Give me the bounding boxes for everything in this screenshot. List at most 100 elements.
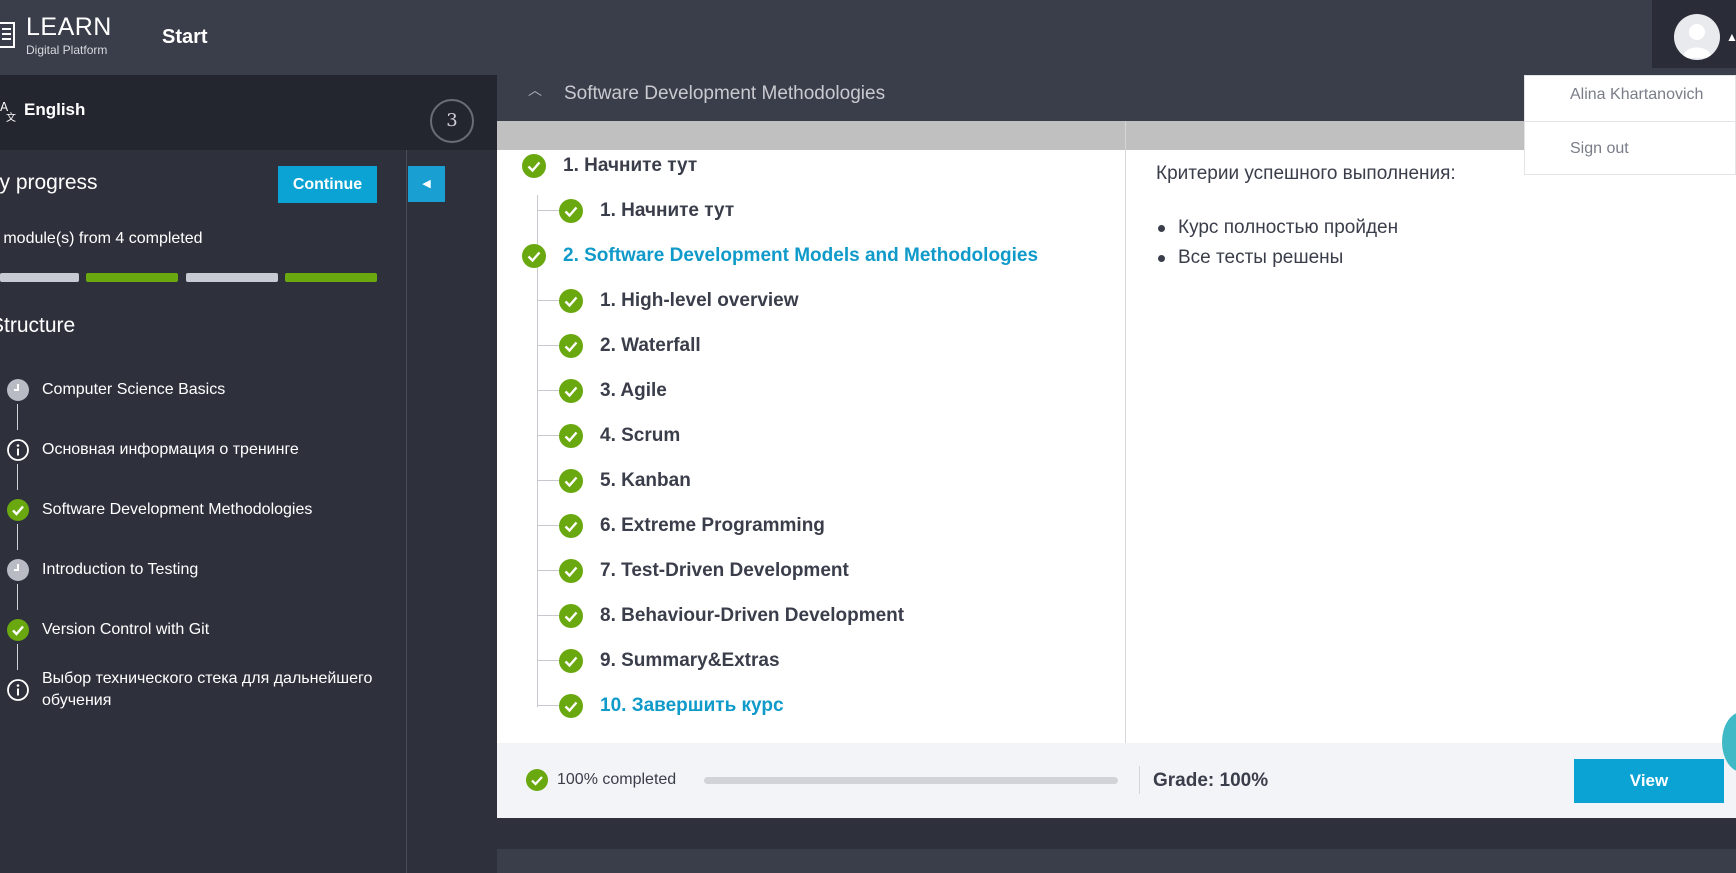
tree-connector bbox=[537, 660, 559, 661]
view-button[interactable]: View bbox=[1574, 759, 1724, 803]
grade-text: Grade: 100% bbox=[1153, 770, 1269, 791]
language-selector[interactable]: English bbox=[24, 100, 85, 120]
chevron-left-icon: ◀ bbox=[422, 178, 431, 190]
lesson-label: 6. Extreme Programming bbox=[600, 515, 825, 536]
lesson-label: 1. High-level overview bbox=[600, 290, 799, 311]
lesson-label: 2. Waterfall bbox=[600, 335, 701, 356]
structure-title: Structure bbox=[0, 314, 76, 337]
check-circle-icon bbox=[559, 604, 583, 628]
lesson-item[interactable]: 1. Начните тут bbox=[559, 198, 734, 224]
structure-connector bbox=[17, 464, 18, 490]
check-circle-icon bbox=[559, 694, 583, 718]
check-circle-icon bbox=[559, 649, 583, 673]
language-bar: A 文 English 3 bbox=[0, 75, 497, 150]
lesson-label: 7. Test-Driven Development bbox=[600, 560, 849, 581]
lesson-label: 9. Summary&Extras bbox=[600, 650, 780, 671]
book-logo-icon bbox=[0, 22, 15, 48]
user-menu-toggle[interactable]: ▲ bbox=[1652, 0, 1736, 75]
lesson-item[interactable]: 4. Scrum bbox=[559, 423, 680, 449]
progress-segment bbox=[86, 273, 178, 282]
tree-connector bbox=[537, 210, 559, 211]
notification-counter[interactable]: 3 bbox=[430, 99, 474, 143]
progress-segment bbox=[285, 273, 377, 282]
lesson-label: 3. Agile bbox=[600, 380, 667, 401]
progress-segment bbox=[0, 273, 79, 282]
translate-icon: A 文 bbox=[0, 100, 16, 123]
lesson-item[interactable]: 1. High-level overview bbox=[559, 288, 799, 314]
info-icon bbox=[7, 439, 29, 461]
lesson-label: 4. Scrum bbox=[600, 425, 681, 446]
module-title: Software Development Methodologies bbox=[564, 83, 886, 104]
next-module-panel[interactable] bbox=[497, 849, 1736, 873]
lesson-label: 1. Начните тут bbox=[563, 155, 698, 176]
lesson-label: 5. Kanban bbox=[600, 470, 691, 491]
content-divider bbox=[1125, 121, 1126, 743]
check-circle-icon bbox=[7, 499, 29, 521]
chevron-up-icon: ︿ bbox=[528, 82, 542, 98]
tree-connector bbox=[537, 390, 559, 391]
lesson-item[interactable]: 10. Завершить курс bbox=[559, 693, 784, 719]
svg-text:文: 文 bbox=[6, 111, 16, 123]
structure-item-label: Выбор технического стека для дальнейшего… bbox=[42, 670, 373, 709]
tree-connector bbox=[537, 615, 559, 616]
top-navbar: LEARN Digital Platform Start ▲ bbox=[0, 0, 1736, 75]
check-circle-icon bbox=[559, 289, 583, 313]
module-footer: 100% completed Grade: 100% View bbox=[497, 743, 1736, 818]
check-circle-icon bbox=[559, 469, 583, 493]
check-circle-icon bbox=[522, 154, 546, 178]
lesson-label: 1. Начните тут bbox=[600, 200, 735, 221]
structure-connector bbox=[17, 524, 18, 550]
lesson-item[interactable]: 6. Extreme Programming bbox=[559, 513, 825, 539]
info-icon bbox=[7, 679, 29, 701]
lesson-item[interactable]: 5. Kanban bbox=[559, 468, 691, 494]
check-circle-icon bbox=[559, 514, 583, 538]
lesson-item[interactable]: 8. Behaviour-Driven Development bbox=[559, 603, 904, 629]
lesson-label: 2. Software Development Models and Metho… bbox=[563, 245, 1039, 266]
tree-connector bbox=[537, 195, 538, 707]
structure-item-label: Version Control with Git bbox=[42, 621, 210, 638]
lesson-item[interactable]: 7. Test-Driven Development bbox=[559, 558, 849, 584]
user-name[interactable]: Alina Khartanovich bbox=[1570, 86, 1703, 104]
check-circle-icon bbox=[559, 559, 583, 583]
check-circle-icon bbox=[7, 619, 29, 641]
svg-text:A: A bbox=[0, 100, 9, 114]
user-dropdown-menu: Alina Khartanovich Sign out bbox=[1524, 75, 1736, 175]
caret-up-icon: ▲ bbox=[1726, 30, 1736, 44]
lesson-label: 10. Завершить курс bbox=[600, 695, 784, 716]
tree-connector bbox=[537, 345, 559, 346]
structure-item-label: Introduction to Testing bbox=[42, 561, 199, 578]
clock-icon bbox=[7, 379, 29, 401]
progress-segment bbox=[186, 273, 278, 282]
criteria-item: Курс полностью пройден bbox=[1157, 215, 1398, 245]
footer-divider bbox=[1139, 766, 1140, 794]
user-avatar-icon bbox=[1674, 14, 1720, 60]
structure-connector bbox=[17, 644, 18, 670]
check-circle-icon bbox=[559, 334, 583, 358]
check-circle-icon bbox=[559, 379, 583, 403]
tree-connector bbox=[537, 525, 559, 526]
lesson-item[interactable]: 2. Waterfall bbox=[559, 333, 701, 359]
tree-connector bbox=[537, 570, 559, 571]
structure-connector bbox=[17, 584, 18, 610]
sign-out-link[interactable]: Sign out bbox=[1570, 140, 1629, 158]
lesson-item[interactable]: 1. Начните тут bbox=[522, 153, 697, 179]
structure-item-label: Computer Science Basics bbox=[42, 381, 226, 398]
tree-connector bbox=[537, 705, 559, 706]
criteria-item: Все тесты решены bbox=[1157, 245, 1398, 275]
check-circle-icon bbox=[526, 769, 548, 791]
check-circle-icon bbox=[559, 424, 583, 448]
criteria-list: Курс полностью пройден Все тесты решены bbox=[1157, 215, 1398, 275]
tree-connector bbox=[537, 435, 559, 436]
continue-button[interactable]: Continue bbox=[278, 166, 377, 203]
completion-text: 100% completed bbox=[557, 771, 677, 788]
lesson-item[interactable]: 2. Software Development Models and Metho… bbox=[522, 243, 1038, 269]
nav-start-link[interactable]: Start bbox=[162, 26, 208, 49]
lesson-item[interactable]: 3. Agile bbox=[559, 378, 667, 404]
modules-completed-text: 2 module(s) from 4 completed bbox=[0, 230, 203, 247]
completion-progress-bar bbox=[704, 777, 1118, 784]
logo[interactable]: LEARN Digital Platform bbox=[0, 10, 112, 60]
clock-icon bbox=[7, 559, 29, 581]
lesson-item[interactable]: 9. Summary&Extras bbox=[559, 648, 780, 674]
collapse-sidebar-button[interactable]: ◀ bbox=[408, 166, 445, 202]
logo-title: LEARN bbox=[26, 12, 112, 41]
